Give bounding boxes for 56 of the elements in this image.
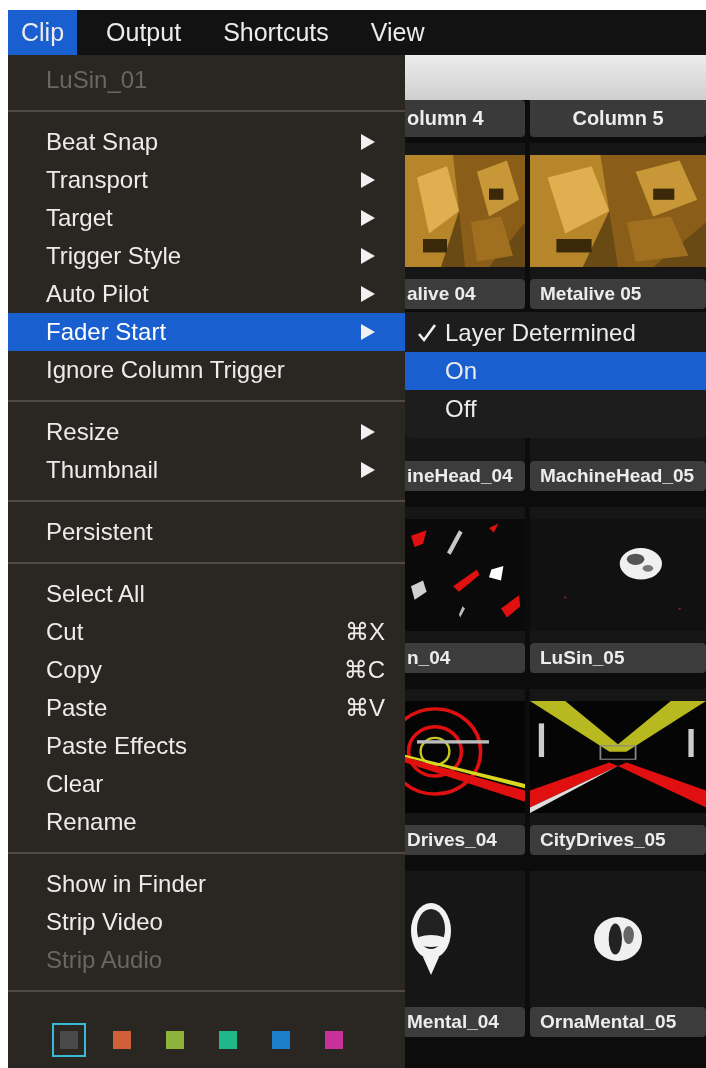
submenu-arrow-icon xyxy=(361,210,375,226)
submenu-arrow-icon xyxy=(361,172,375,188)
menu-bar-item[interactable]: View xyxy=(357,10,438,55)
clip-thumbnail[interactable] xyxy=(405,507,525,643)
clip-thumbnail[interactable] xyxy=(530,143,706,279)
menu-item[interactable]: Transport xyxy=(8,161,405,199)
menu-bar-item[interactable]: Shortcuts xyxy=(210,10,342,55)
clip-thumbnail[interactable] xyxy=(405,871,525,1007)
menu-item[interactable]: Show in Finder xyxy=(8,865,405,903)
menu-item[interactable]: Fader Start xyxy=(8,313,405,351)
submenu-arrow-icon xyxy=(361,324,375,340)
clip-label[interactable]: ineHead_04 xyxy=(405,461,525,491)
menu-item[interactable]: Ignore Column Trigger xyxy=(8,351,405,389)
clip-label[interactable]: OrnaMental_05 xyxy=(530,1007,706,1037)
menu-item[interactable]: Paste ⌘V xyxy=(8,689,405,727)
menu-bar-item[interactable]: Output xyxy=(93,10,195,55)
menu-item[interactable]: Paste Effects xyxy=(8,727,405,765)
submenu-arrow-icon xyxy=(361,424,375,440)
clip-thumbnail[interactable] xyxy=(530,689,706,825)
clip-label[interactable]: alive 04 xyxy=(405,279,525,309)
menu-item[interactable]: Persistent xyxy=(8,513,405,551)
clip-label[interactable]: n_04 xyxy=(405,643,525,673)
column-header[interactable]: Column 5 xyxy=(530,100,706,137)
menu-item[interactable]: Copy ⌘C xyxy=(8,651,405,689)
clip-label[interactable]: Mental_04 xyxy=(405,1007,525,1037)
menu-item[interactable]: Rename xyxy=(8,803,405,841)
menu-title: LuSin_01 xyxy=(45,65,149,95)
submenu-item[interactable]: Off xyxy=(405,390,706,428)
clip-label[interactable]: LuSin_05 xyxy=(530,643,706,673)
clip-label[interactable]: MachineHead_05 xyxy=(530,461,706,491)
submenu-arrow-icon xyxy=(361,134,375,150)
clip-label[interactable]: Metalive 05 xyxy=(530,279,706,309)
menu-item[interactable]: Cut ⌘X xyxy=(8,613,405,651)
clip-label[interactable]: CityDrives_05 xyxy=(530,825,706,855)
menu-bar-item[interactable]: Clip xyxy=(8,10,78,55)
color-label-swatch[interactable] xyxy=(52,1023,86,1057)
menu-item[interactable]: Target xyxy=(8,199,405,237)
submenu-arrow-icon xyxy=(361,286,375,302)
submenu-item[interactable]: Layer Determined xyxy=(405,314,706,352)
menu-item[interactable]: Thumbnail xyxy=(8,451,405,489)
submenu-arrow-icon xyxy=(361,462,375,478)
menu-item[interactable]: Resize xyxy=(8,413,405,451)
menu-item[interactable]: Trigger Style xyxy=(8,237,405,275)
menu-item[interactable]: Clear xyxy=(8,765,405,803)
column-header[interactable]: olumn 4 xyxy=(405,100,525,137)
clip-thumbnail[interactable] xyxy=(530,871,706,1007)
clip-label[interactable]: Drives_04 xyxy=(405,825,525,855)
menu-item[interactable]: Select All xyxy=(8,575,405,613)
menu-item[interactable]: Beat Snap xyxy=(8,123,405,161)
clip-thumbnail[interactable] xyxy=(405,143,525,279)
submenu-item[interactable]: On xyxy=(405,352,706,390)
submenu-arrow-icon xyxy=(361,248,375,264)
clip-thumbnail[interactable] xyxy=(405,689,525,825)
clip-thumbnail[interactable] xyxy=(530,507,706,643)
menu-item[interactable]: Strip Video xyxy=(8,903,405,941)
menu-item[interactable]: Auto Pilot xyxy=(8,275,405,313)
